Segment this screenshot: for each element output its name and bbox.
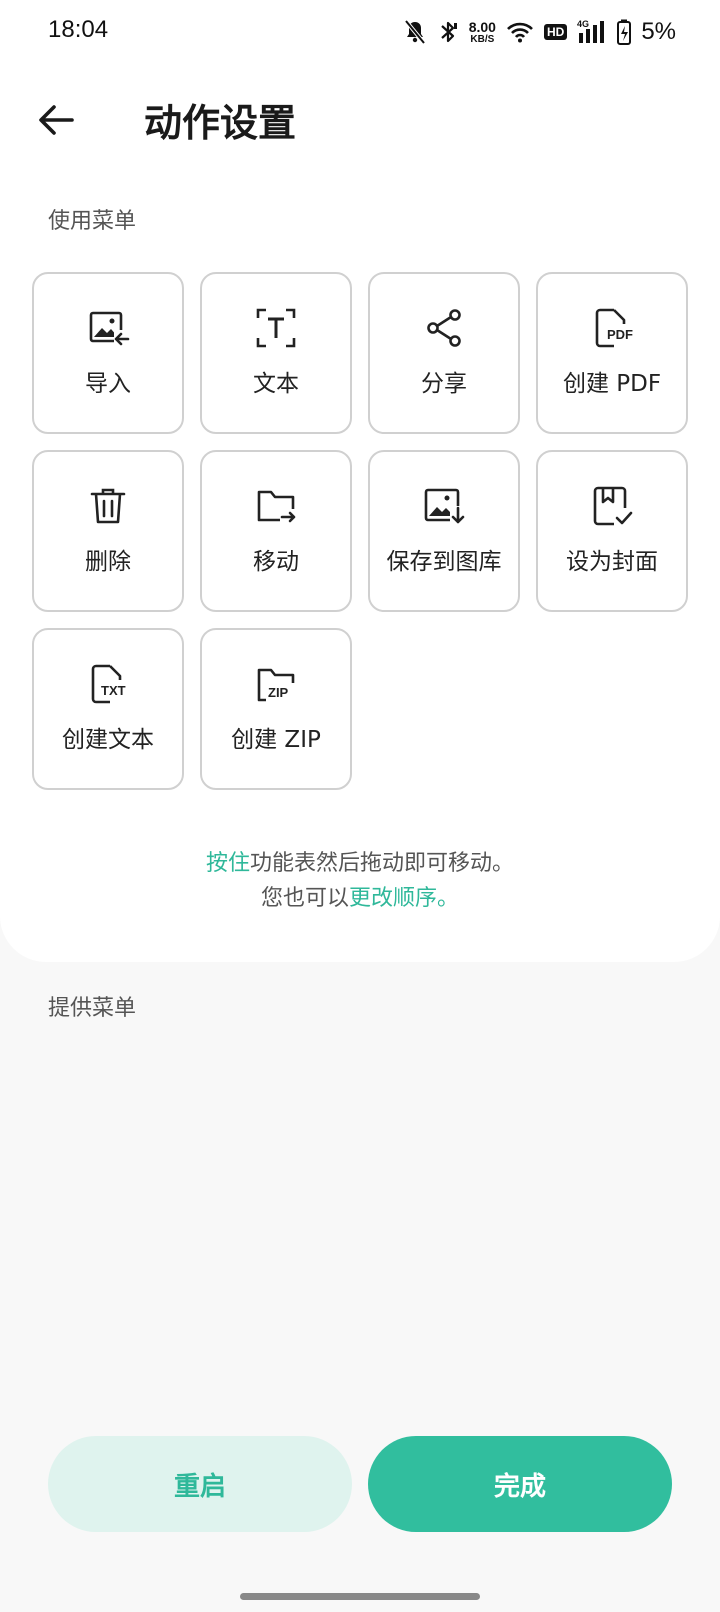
battery-icon [617, 19, 632, 45]
offered-menu-label: 提供菜单 [48, 996, 137, 1021]
svg-text:TXT: TXT [101, 683, 126, 698]
wifi-icon [506, 21, 534, 43]
battery-percent: 5% [641, 18, 676, 45]
hd-badge: HD [543, 24, 568, 40]
svg-text:4G: 4G [577, 19, 589, 29]
action-label: 删除 [85, 549, 131, 575]
zip-folder-icon: ZIP [257, 668, 298, 702]
share-icon [427, 309, 461, 347]
action-label: 导入 [85, 371, 131, 397]
hint-accent-hold: 按住 [205, 851, 250, 876]
hint-text: 功能表然后拖动即可移动。 [250, 851, 515, 876]
status-bar: 18:04 8.00 KB/S HD 4G 5% [0, 0, 720, 66]
action-tile-save-to-gallery[interactable]: 保存到图库 [368, 450, 520, 612]
action-tile-create-pdf[interactable]: PDF 创建 PDF [536, 272, 688, 434]
action-tile-import[interactable]: 导入 [32, 272, 184, 434]
back-button[interactable] [32, 96, 80, 144]
svg-text:PDF: PDF [607, 327, 633, 342]
done-button[interactable]: 完成 [368, 1436, 672, 1532]
home-indicator[interactable] [240, 1593, 480, 1600]
action-tile-move[interactable]: 移动 [200, 450, 352, 612]
action-label: 文本 [253, 371, 299, 397]
action-label: 设为封面 [566, 549, 658, 575]
status-time: 18:04 [48, 16, 109, 43]
hint-text: 您也可以 [260, 886, 349, 911]
page-title: 动作设置 [144, 101, 297, 145]
network-speed: 8.00 KB/S [469, 20, 496, 45]
signal-icon: 4G [577, 19, 607, 45]
reset-button[interactable]: 重启 [48, 1436, 352, 1532]
arrow-left-icon [39, 105, 74, 135]
folder-move-icon [257, 490, 296, 523]
drag-hint: 按住功能表然后拖动即可移动。 您也可以更改顺序。 [0, 846, 720, 916]
used-menu-label: 使用菜单 [48, 209, 137, 234]
image-import-icon [89, 311, 130, 348]
txt-file-icon: TXT [91, 664, 130, 704]
drag-hint-line-2: 您也可以更改顺序。 [0, 881, 720, 916]
bluetooth-icon [437, 19, 459, 45]
mute-notifications-icon [403, 19, 427, 45]
network-speed-unit: KB/S [470, 33, 495, 45]
offered-menu-area [0, 1030, 720, 1410]
action-tile-delete[interactable]: 删除 [32, 450, 184, 612]
svg-text:ZIP: ZIP [268, 685, 289, 700]
set-cover-icon [593, 486, 633, 526]
action-label: 移动 [253, 549, 299, 575]
action-tile-share[interactable]: 分享 [368, 272, 520, 434]
used-menu-grid: 导入 文本 分享 PDF 创建 PDF 删除 移动 保存到图库 设为封面 TXT… [32, 272, 688, 790]
action-label: 保存到图库 [386, 549, 502, 575]
status-icons: 8.00 KB/S HD 4G 5% [403, 16, 676, 48]
action-label: 创建 ZIP [231, 727, 321, 753]
action-tile-set-cover[interactable]: 设为封面 [536, 450, 688, 612]
action-label: 分享 [421, 371, 467, 397]
pdf-file-icon: PDF [595, 308, 634, 348]
trash-icon [90, 488, 126, 524]
action-label: 创建 PDF [562, 371, 662, 397]
action-label: 创建文本 [62, 727, 154, 753]
action-tile-create-zip[interactable]: ZIP 创建 ZIP [200, 628, 352, 790]
text-scan-icon [256, 308, 296, 348]
network-speed-value: 8.00 [468, 18, 496, 35]
action-tile-create-text[interactable]: TXT 创建文本 [32, 628, 184, 790]
drag-hint-line-1: 按住功能表然后拖动即可移动。 [0, 846, 720, 881]
change-order-link[interactable]: 更改顺序。 [349, 886, 459, 911]
action-tile-text[interactable]: 文本 [200, 272, 352, 434]
save-to-gallery-icon [424, 488, 466, 526]
